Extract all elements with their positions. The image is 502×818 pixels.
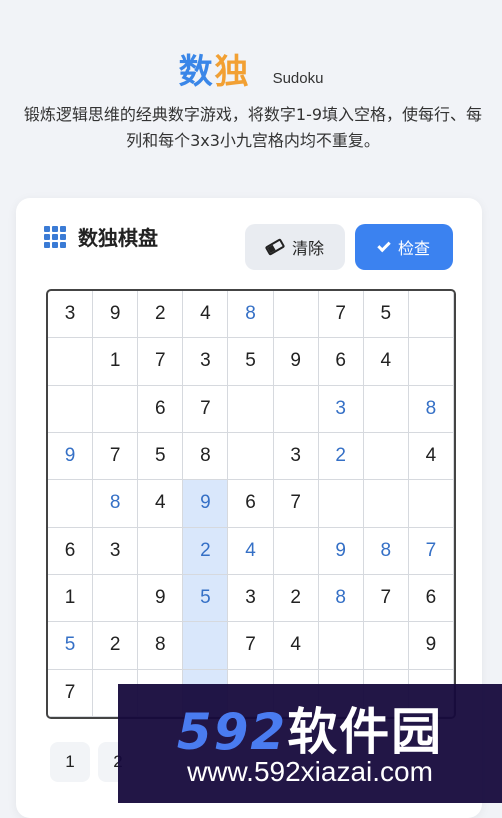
sudoku-cell[interactable]: 5	[48, 622, 94, 670]
sudoku-cell[interactable]: 9	[93, 291, 139, 339]
watermark-logo-text: 软件园	[287, 703, 444, 761]
sudoku-cell[interactable]: 5	[228, 338, 274, 386]
sudoku-cell[interactable]: 7	[408, 527, 454, 575]
sudoku-cell[interactable]: 3	[183, 338, 229, 386]
sudoku-cell[interactable]: 7	[363, 574, 409, 623]
sudoku-cell[interactable]: 8	[408, 385, 454, 433]
number-button[interactable]: 1	[50, 742, 90, 782]
sudoku-cell[interactable]	[408, 338, 454, 386]
sudoku-cell[interactable]	[363, 385, 409, 433]
sudoku-cell[interactable]: 7	[318, 291, 364, 339]
sudoku-cell[interactable]: 8	[138, 622, 184, 670]
sudoku-cell[interactable]: 6	[228, 480, 274, 528]
sudoku-cell[interactable]: 2	[318, 432, 364, 481]
sudoku-cell[interactable]	[318, 480, 364, 528]
sudoku-cell[interactable]: 8	[228, 291, 274, 339]
sudoku-cell[interactable]: 9	[408, 622, 454, 670]
sudoku-cell[interactable]: 3	[273, 432, 319, 481]
sudoku-cell[interactable]: 4	[363, 338, 409, 386]
sudoku-cell[interactable]: 7	[48, 669, 94, 717]
sudoku-cell[interactable]: 3	[228, 574, 274, 623]
sudoku-cell[interactable]: 2	[273, 574, 319, 623]
sudoku-cell[interactable]: 7	[93, 432, 139, 481]
sudoku-cell[interactable]	[273, 385, 319, 433]
sudoku-cell[interactable]: 8	[93, 480, 139, 528]
board-header: 数独棋盘	[44, 222, 158, 251]
sudoku-cell[interactable]: 6	[408, 574, 454, 623]
sudoku-cell[interactable]: 8	[183, 432, 229, 481]
sudoku-cell[interactable]: 4	[408, 432, 454, 481]
sudoku-cell[interactable]	[363, 622, 409, 670]
sudoku-cell[interactable]: 8	[318, 574, 364, 623]
sudoku-cell[interactable]: 2	[138, 291, 184, 339]
sudoku-cell[interactable]: 6	[318, 338, 364, 386]
check-label: 检查	[397, 239, 430, 258]
sudoku-cell[interactable]: 6	[138, 385, 184, 433]
sudoku-cell[interactable]: 4	[228, 527, 274, 575]
sudoku-cell[interactable]: 6	[48, 527, 94, 575]
sudoku-cell[interactable]: 8	[363, 527, 409, 575]
watermark-url: www.592xiazai.com	[187, 756, 433, 787]
sudoku-cell[interactable]: 7	[273, 480, 319, 528]
sudoku-cell[interactable]	[408, 480, 454, 528]
sudoku-cell[interactable]	[363, 480, 409, 528]
page-header: 数独 Sudoku	[0, 44, 502, 93]
page-title: 数独	[179, 44, 251, 93]
sudoku-cell[interactable]	[48, 338, 94, 386]
watermark-logo: 592软件园	[118, 692, 502, 764]
clear-button[interactable]: 清除	[245, 224, 345, 270]
eraser-icon	[264, 238, 286, 256]
sudoku-cell[interactable]: 4	[183, 291, 229, 339]
sudoku-cell[interactable]: 5	[183, 574, 229, 623]
watermark: 592软件园 www.592xiazai.com	[118, 684, 502, 803]
sudoku-cell[interactable]	[93, 385, 139, 433]
board-title: 数独棋盘	[78, 226, 158, 250]
sudoku-cell[interactable]: 2	[93, 622, 139, 670]
sudoku-cell[interactable]: 9	[318, 527, 364, 575]
check-button[interactable]: 检查	[355, 224, 453, 270]
sudoku-cell[interactable]: 2	[183, 527, 229, 575]
sudoku-cell[interactable]: 4	[273, 622, 319, 670]
sudoku-cell[interactable]: 3	[93, 527, 139, 575]
sudoku-cell[interactable]: 1	[48, 574, 94, 623]
sudoku-cell[interactable]	[273, 291, 319, 339]
sudoku-cell[interactable]: 7	[228, 622, 274, 670]
sudoku-cell[interactable]: 4	[138, 480, 184, 528]
sudoku-cell[interactable]: 7	[138, 338, 184, 386]
sudoku-cell[interactable]: 3	[318, 385, 364, 433]
sudoku-cell[interactable]: 9	[183, 480, 229, 528]
sudoku-board: 3924875173596467389758324849676324987195…	[46, 289, 456, 719]
clear-label: 清除	[291, 239, 324, 258]
sudoku-cell[interactable]	[48, 385, 94, 433]
sudoku-cell[interactable]	[228, 432, 274, 481]
sudoku-cell[interactable]	[318, 622, 364, 670]
sudoku-cell[interactable]	[363, 432, 409, 481]
sudoku-cell[interactable]	[138, 527, 184, 575]
sudoku-cell[interactable]: 5	[138, 432, 184, 481]
check-icon	[377, 238, 391, 252]
sudoku-cell[interactable]	[228, 385, 274, 433]
grid-icon	[44, 225, 66, 248]
page-subtitle: Sudoku	[272, 70, 324, 87]
sudoku-cell[interactable]: 7	[183, 385, 229, 433]
sudoku-cell[interactable]	[408, 291, 454, 339]
sudoku-cell[interactable]: 9	[48, 432, 94, 481]
sudoku-cell[interactable]	[273, 527, 319, 575]
sudoku-cell[interactable]: 9	[273, 338, 319, 386]
sudoku-cell[interactable]: 3	[48, 291, 94, 339]
sudoku-cell[interactable]	[93, 574, 139, 623]
sudoku-cell[interactable]: 5	[363, 291, 409, 339]
sudoku-cell[interactable]: 9	[138, 574, 184, 623]
sudoku-cell[interactable]	[48, 480, 94, 528]
watermark-logo-digits: 592	[176, 703, 288, 761]
game-description: 锻炼逻辑思维的经典数字游戏，将数字1-9填入空格，使每行、每列和每个3x3小九宫…	[23, 105, 483, 150]
sudoku-cell[interactable]: 1	[93, 338, 139, 386]
sudoku-cell[interactable]	[183, 622, 229, 670]
